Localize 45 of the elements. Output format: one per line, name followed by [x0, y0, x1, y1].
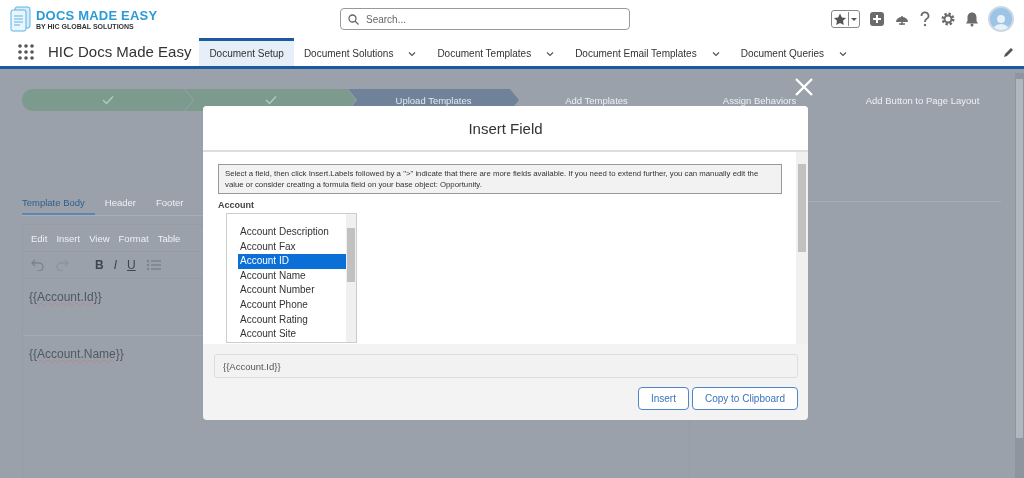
search-icon — [348, 14, 359, 25]
nav-tab[interactable]: Document Templates — [427, 38, 566, 66]
format-button[interactable]: I — [113, 258, 117, 272]
checkmark-icon — [101, 95, 114, 105]
logo-title: DOCS MADE EASY — [36, 8, 158, 22]
dialog-title: Insert Field — [468, 119, 543, 137]
caret-icon — [848, 12, 859, 26]
field-option[interactable]: Account Rating — [238, 312, 346, 328]
favorites-button[interactable] — [831, 10, 860, 28]
field-option[interactable]: Account Name — [238, 268, 346, 284]
field-listbox[interactable]: Account Description Account Fax Account ID Account Name Account Number Account Phone Account Rating Account Site — [226, 213, 357, 343]
nav-tab[interactable]: Document Setup — [199, 38, 294, 66]
field-option[interactable]: Account Site — [238, 327, 346, 342]
merge-field-text: {{Account.Id}} — [29, 290, 102, 304]
nav-tab[interactable]: Document Queries — [730, 38, 859, 66]
dialog-button[interactable]: Insert — [637, 387, 689, 410]
notifications-icon[interactable] — [965, 11, 979, 27]
field-option[interactable]: Account ID — [238, 254, 346, 269]
close-icon[interactable] — [795, 78, 813, 96]
settings-icon[interactable] — [940, 11, 956, 27]
scrollbar[interactable] — [796, 152, 808, 344]
user-silhouette-icon — [992, 12, 1010, 30]
app-name: HIC Docs Made Easy — [48, 43, 193, 61]
add-icon[interactable] — [869, 11, 885, 27]
checkmark-icon — [264, 95, 277, 105]
field-option[interactable]: Account Phone — [238, 297, 346, 313]
document-logo-icon — [10, 6, 32, 32]
format-button[interactable]: U — [127, 258, 136, 272]
nav-tab[interactable]: Document Email Templates — [565, 38, 731, 66]
dialog-button[interactable]: Copy to Clipboard — [691, 387, 798, 410]
field-option[interactable]: Account Fax — [238, 239, 346, 255]
help-icon[interactable] — [919, 11, 931, 27]
group-label: Account — [218, 200, 255, 210]
field-option[interactable]: Account Number — [238, 283, 346, 298]
scrollbar[interactable] — [346, 214, 356, 342]
format-button[interactable]: B — [95, 258, 104, 272]
field-token-input[interactable]: {{Account.Id}} — [214, 354, 798, 378]
star-icon — [832, 12, 848, 26]
nav-tab[interactable]: Document Solutions — [293, 38, 428, 66]
field-option[interactable]: Account Description — [238, 225, 346, 240]
edit-pencil-icon[interactable] — [1003, 46, 1014, 58]
app-launcher-icon[interactable] — [18, 44, 34, 60]
merge-field-text: {{Account.Name}} — [29, 347, 124, 361]
scrollbar[interactable] — [1015, 73, 1024, 478]
search-field[interactable]: Search... — [340, 8, 630, 30]
